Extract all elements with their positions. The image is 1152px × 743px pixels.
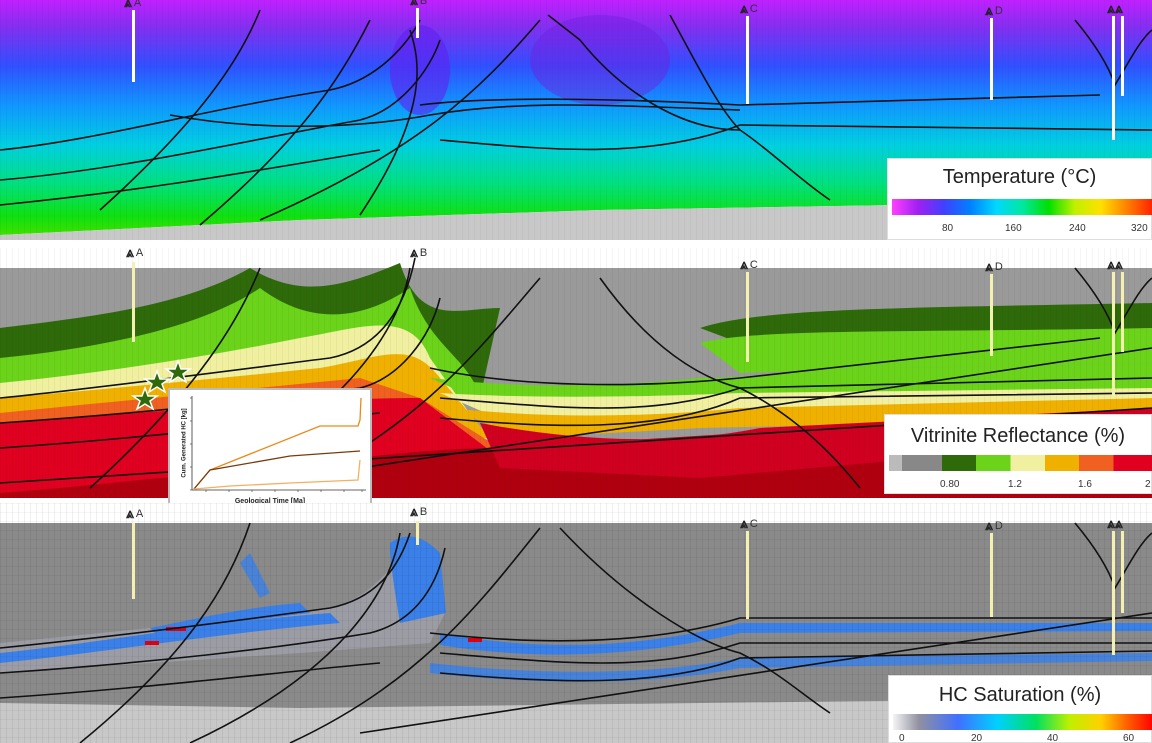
series-line — [193, 397, 362, 490]
well-c-marker: ⩓ C — [740, 515, 758, 531]
well-e2-trace — [1121, 16, 1124, 96]
scale-tick: 1.6 — [1078, 479, 1092, 490]
well-e2-trace — [1121, 272, 1124, 352]
well-icon: ⩓ — [410, 503, 418, 519]
well-label: A — [133, 0, 142, 9]
well-icon: ⩓⩓ — [1107, 515, 1123, 531]
well-e-trace — [1112, 16, 1115, 140]
well-label: B — [419, 248, 428, 259]
well-icon: ⩓ — [985, 517, 993, 533]
well-label: D — [994, 261, 1003, 273]
well-b-trace — [416, 521, 419, 545]
temperature-section: ⩓ A ⩓ B ⩓ C ⩓ D ⩓⩓ Temperature (°C) 80 160 2… — [0, 0, 1152, 240]
well-label: C — [749, 3, 758, 15]
scale-tick: 80 — [942, 223, 954, 234]
well-a-trace — [132, 262, 135, 342]
well-icon: ⩓ — [410, 248, 418, 260]
color-scale-bar — [889, 455, 1152, 471]
well-icon: ⩓ — [410, 0, 418, 8]
well-a-marker: ⩓ A — [126, 248, 143, 260]
well-e-trace — [1112, 272, 1115, 396]
star-marker-icon — [142, 368, 172, 394]
well-label: C — [749, 518, 758, 530]
well-b-trace — [416, 8, 419, 38]
color-scale-bar — [892, 199, 1152, 215]
well-c-trace — [746, 16, 749, 104]
well-icon: ⩓ — [740, 515, 748, 531]
well-c-marker: ⩓ C — [740, 0, 758, 16]
well-icon: ⩓ — [985, 2, 993, 18]
scale-tick: 160 — [1005, 223, 1022, 234]
well-icon: ⩓ — [985, 258, 993, 274]
scale-tick: 0 — [899, 733, 905, 743]
star-marker-icon — [130, 385, 160, 411]
well-d-marker: ⩓ D — [985, 2, 1003, 18]
scale-tick: 2 — [1145, 479, 1151, 490]
well-b-marker: ⩓ B — [410, 503, 428, 519]
well-a-marker: ⩓ A — [126, 505, 144, 521]
well-a-marker: ⩓ A — [124, 0, 141, 10]
saturation-section: ⩓ A ⩓ B ⩓ C ⩓ D ⩓⩓ HC Saturation (%) 0 20 40… — [0, 503, 1152, 743]
legend-title: Vitrinite Reflectance (%) — [910, 425, 1126, 447]
well-label: B — [419, 0, 428, 7]
well-a-trace — [132, 523, 135, 599]
scale-tick: 40 — [1047, 733, 1059, 743]
well-label: C — [749, 259, 758, 271]
well-d-marker: ⩓ D — [985, 517, 1003, 533]
temperature-legend: Temperature (°C) 80 160 240 320 — [887, 158, 1152, 240]
scale-tick: 60 — [1123, 733, 1135, 743]
scale-tick: 240 — [1069, 223, 1086, 234]
well-icon: ⩓ — [126, 248, 134, 260]
well-d-trace — [990, 274, 993, 356]
well-d-trace — [990, 533, 993, 617]
scale-tick: 20 — [971, 733, 983, 743]
well-c-marker: ⩓ C — [740, 256, 758, 272]
well-d-trace — [990, 18, 993, 100]
well-icon: ⩓ — [740, 0, 748, 16]
vitrinite-legend: Vitrinite Reflectance (%) 0.80 1.2 1.6 2 — [884, 414, 1152, 494]
well-b-marker: ⩓ B — [410, 248, 427, 260]
legend-title: HC Saturation (%) — [938, 684, 1102, 706]
well-icon: ⩓⩓ — [1107, 0, 1123, 16]
well-c-trace — [746, 272, 749, 362]
well-label: A — [135, 508, 144, 520]
well-b-marker: ⩓ B — [410, 0, 427, 8]
well-label: D — [994, 5, 1003, 17]
well-a-trace — [132, 10, 135, 82]
inset-y-axis-label: Cum. Generated HC [kg] — [181, 408, 188, 478]
saturation-legend: HC Saturation (%) 0 20 40 60 — [888, 675, 1152, 743]
well-label: A — [135, 248, 144, 259]
well-e-marker: ⩓⩓ — [1107, 515, 1125, 531]
scale-tick: 320 — [1131, 223, 1148, 234]
hc-generation-inset-chart: Cum. Generated HC [kg] Geological Time [… — [168, 388, 372, 508]
color-scale-bar — [893, 714, 1152, 730]
well-label: D — [994, 520, 1003, 532]
well-icon: ⩓ — [124, 0, 132, 10]
well-label: B — [419, 506, 428, 518]
well-e2-trace — [1121, 531, 1124, 613]
inset-plot — [190, 396, 366, 492]
well-e-marker: ⩓⩓ — [1107, 0, 1125, 16]
well-icon: ⩓⩓ — [1107, 256, 1123, 272]
well-d-marker: ⩓ D — [985, 258, 1003, 274]
well-icon: ⩓ — [126, 505, 134, 521]
series-line — [193, 459, 361, 490]
scale-tick: 0.80 — [940, 479, 960, 490]
legend-title: Temperature (°C) — [942, 166, 1097, 188]
well-e-marker: ⩓⩓ — [1107, 256, 1125, 272]
well-e-trace — [1112, 531, 1115, 655]
well-icon: ⩓ — [740, 256, 748, 272]
well-c-trace — [746, 531, 749, 619]
scale-tick: 1.2 — [1008, 479, 1022, 490]
